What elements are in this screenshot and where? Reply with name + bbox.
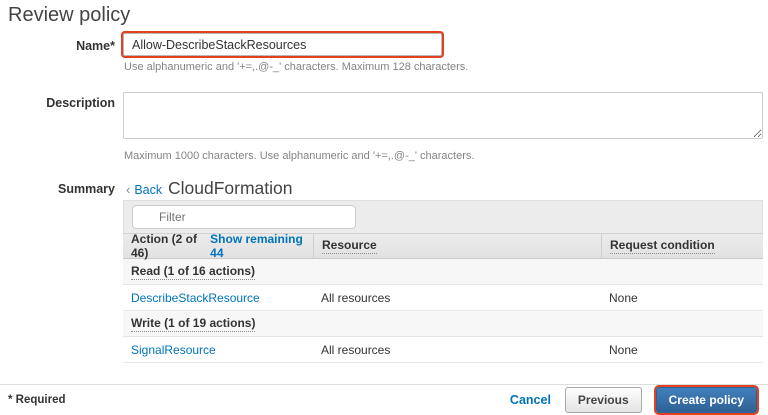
column-header-action: Action (2 of 46) Show remaining 44 <box>123 234 313 258</box>
page-title: Review policy <box>8 4 130 27</box>
back-link[interactable]: ‹ Back <box>126 182 162 197</box>
summary-table: Action (2 of 46) Show remaining 44 Resou… <box>123 200 763 363</box>
required-note: * Required <box>8 394 66 406</box>
filter-band <box>123 200 763 233</box>
request-condition-cell: None <box>601 343 763 357</box>
chevron-left-icon: ‹ <box>126 182 130 197</box>
column-header-request-condition: Request condition <box>601 234 763 258</box>
action-link-signalresource[interactable]: SignalResource <box>131 343 216 357</box>
table-header-row: Action (2 of 46) Show remaining 44 Resou… <box>123 233 763 259</box>
back-link-label: Back <box>134 183 162 197</box>
cancel-link[interactable]: Cancel <box>510 393 551 407</box>
table-row: SignalResource All resources None <box>123 337 763 363</box>
policy-description-textarea[interactable] <box>123 92 763 139</box>
service-heading: CloudFormation <box>168 178 293 199</box>
group-header-write: Write (1 of 19 actions) <box>123 311 763 337</box>
previous-button[interactable]: Previous <box>565 387 642 413</box>
name-help-text: Use alphanumeric and '+=,.@-_' character… <box>124 61 468 73</box>
resource-cell: All resources <box>313 291 601 305</box>
column-header-resource: Resource <box>313 234 601 258</box>
resource-cell: All resources <box>313 343 601 357</box>
request-condition-cell: None <box>601 291 763 305</box>
footer-actions: Cancel Previous Create policy <box>510 387 760 413</box>
summary-label: Summary <box>0 182 115 196</box>
footer-bar: * Required Cancel Previous Create policy <box>0 384 768 415</box>
action-link-describestackresource[interactable]: DescribeStackResource <box>131 291 260 305</box>
show-remaining-link[interactable]: Show remaining 44 <box>210 232 305 260</box>
name-label: Name* <box>0 39 115 53</box>
description-help-text: Maximum 1000 characters. Use alphanumeri… <box>124 150 474 162</box>
table-row: DescribeStackResource All resources None <box>123 285 763 311</box>
create-policy-button[interactable]: Create policy <box>656 387 757 413</box>
policy-name-input[interactable] <box>123 33 442 56</box>
description-label: Description <box>0 96 115 110</box>
group-header-read: Read (1 of 16 actions) <box>123 259 763 285</box>
filter-input[interactable] <box>132 205 356 229</box>
action-count-label: Action (2 of 46) <box>131 232 206 260</box>
